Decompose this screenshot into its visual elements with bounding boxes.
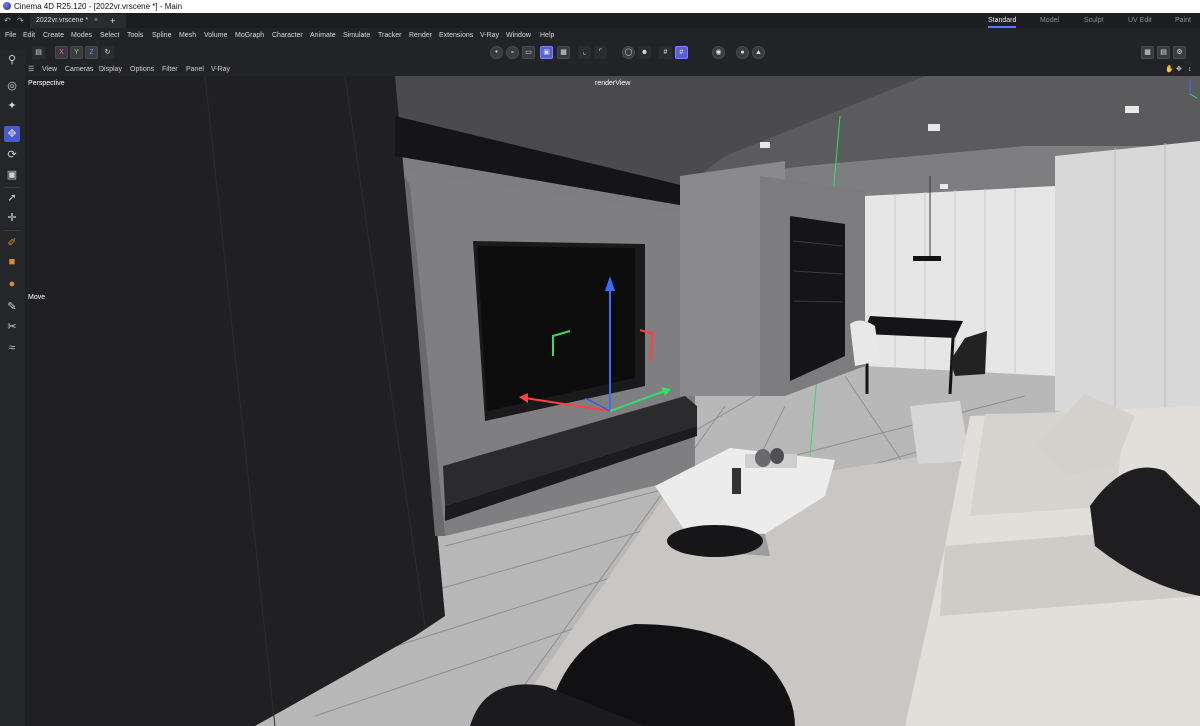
- render-view-icon[interactable]: ●: [736, 46, 749, 59]
- axis-tool-icon[interactable]: ✛: [4, 210, 20, 226]
- axis-mode-icon[interactable]: ⌞: [578, 46, 591, 59]
- workplane-icon[interactable]: ◉: [712, 46, 725, 59]
- layout-tab-standard[interactable]: Standard: [988, 14, 1017, 28]
- viewport-pan-icon[interactable]: ✋: [1165, 65, 1174, 74]
- viewport-menu-v-ray[interactable]: V-Ray: [211, 65, 230, 74]
- layout-tab-model[interactable]: Model: [1040, 14, 1059, 27]
- transfer-tool-icon[interactable]: ➚: [4, 190, 20, 206]
- viewport-solo-icon[interactable]: ☻: [638, 46, 651, 59]
- model-mode-icon[interactable]: ▣: [540, 46, 553, 59]
- redo-icon[interactable]: ↷: [17, 14, 24, 27]
- document-tab-row: ↶ ↷ 2022vr.vrscene * × + Standard Model …: [0, 13, 1200, 28]
- viewport-menu-panel[interactable]: Panel: [186, 65, 204, 74]
- snap-settings-icon[interactable]: #: [675, 46, 688, 59]
- menu-tracker[interactable]: Tracker: [378, 31, 401, 40]
- menu-character[interactable]: Character: [272, 31, 303, 40]
- spline-tool-icon[interactable]: ●: [4, 276, 20, 292]
- menu-extensions[interactable]: Extensions: [439, 31, 473, 40]
- viewport-move-icon[interactable]: ✥: [1176, 65, 1182, 74]
- menu-tools[interactable]: Tools: [127, 31, 143, 40]
- rotate-icon[interactable]: ⟳: [4, 147, 20, 163]
- move-icon[interactable]: ✥: [4, 126, 20, 142]
- knife-tool-icon[interactable]: ✂: [4, 319, 20, 335]
- menu-animate[interactable]: Animate: [310, 31, 336, 40]
- menu-render[interactable]: Render: [409, 31, 432, 40]
- menu-create[interactable]: Create: [43, 31, 64, 40]
- window-title: Cinema 4D R25.120 - [2022vr.vrscene *] -…: [14, 2, 183, 11]
- save-render-icon[interactable]: ▤: [1157, 46, 1170, 59]
- viewport-menu-display[interactable]: Display: [99, 65, 122, 74]
- viewport-zoom-icon[interactable]: ↕: [1188, 65, 1192, 74]
- polygons-mode-icon[interactable]: ▭: [522, 46, 535, 59]
- viewport-hamburger-icon[interactable]: ☰: [28, 65, 34, 74]
- spline-paint-icon[interactable]: ■: [4, 254, 20, 270]
- render-picture-viewer-icon[interactable]: ▲: [752, 46, 765, 59]
- menu-simulate[interactable]: Simulate: [343, 31, 370, 40]
- move-tool-hint: Move: [28, 294, 46, 301]
- menu-file[interactable]: File: [5, 31, 16, 40]
- viewport-projection-label: Perspective: [28, 80, 65, 87]
- lock-y-axis-button[interactable]: Y: [70, 46, 83, 59]
- edit-render-settings-icon[interactable]: ⚙: [1173, 46, 1186, 59]
- viewport-menu-options[interactable]: Options: [130, 65, 154, 74]
- viewport-camera-label: renderView: [595, 80, 631, 87]
- render-settings-icon[interactable]: ▦: [1141, 46, 1154, 59]
- menu-spline[interactable]: Spline: [152, 31, 171, 40]
- menu-mesh[interactable]: Mesh: [179, 31, 196, 40]
- document-tab-label: 2022vr.vrscene *: [36, 17, 89, 24]
- viewport-menu-filter[interactable]: Filter: [162, 65, 178, 74]
- points-mode-icon[interactable]: •: [490, 46, 503, 59]
- grid-snap-icon[interactable]: #: [659, 46, 672, 59]
- brush-tool-icon[interactable]: ✎: [4, 299, 20, 315]
- left-tool-palette: ⚲ ◎ ✦ ✥ ⟳ ▣ ➚ ✛ ✐ ■ ● ✎ ✂ ≈: [0, 50, 25, 726]
- main-toolbar: ▤ X Y Z ↻ • ∘ ▭ ▣ ▦ ⌞ ⌜ ◯ ☻ # # ◉ ● ▲ ▦ …: [0, 43, 1200, 63]
- viewport-menu-bar: ☰ View Cameras Display Options Filter Pa…: [25, 63, 1200, 76]
- texture-mode-icon[interactable]: ▦: [557, 46, 570, 59]
- scale-icon[interactable]: ▣: [4, 167, 20, 183]
- menu-select[interactable]: Select: [100, 31, 119, 40]
- menu-window[interactable]: Window: [506, 31, 531, 40]
- edges-mode-icon[interactable]: ∘: [506, 46, 519, 59]
- close-tab-icon[interactable]: ×: [94, 14, 98, 28]
- menu-edit[interactable]: Edit: [23, 31, 35, 40]
- main-menu-bar: File Edit Create Modes Select Tools Spli…: [0, 28, 1200, 43]
- lock-x-axis-button[interactable]: X: [55, 46, 68, 59]
- selection-tool-icon[interactable]: ✦: [4, 98, 20, 114]
- coordinate-system-icon[interactable]: ▤: [32, 46, 45, 59]
- search-icon[interactable]: ⚲: [4, 52, 20, 68]
- viewport-menu-view[interactable]: View: [42, 65, 57, 74]
- lock-z-axis-button[interactable]: Z: [85, 46, 98, 59]
- viewport-menu-cameras[interactable]: Cameras: [65, 65, 93, 74]
- menu-help[interactable]: Help: [540, 31, 554, 40]
- menu-modes[interactable]: Modes: [71, 31, 92, 40]
- new-tab-icon[interactable]: +: [110, 14, 115, 28]
- document-tab[interactable]: 2022vr.vrscene * × +: [30, 14, 126, 28]
- title-bar: Cinema 4D R25.120 - [2022vr.vrscene *] -…: [0, 0, 1200, 13]
- 3d-viewport[interactable]: Perspective renderView Move: [25, 76, 1200, 726]
- solo-mode-icon[interactable]: ◯: [622, 46, 635, 59]
- undo-icon[interactable]: ↶: [4, 14, 11, 27]
- scene-render: [25, 76, 1200, 726]
- sketch-tool-icon[interactable]: ≈: [4, 340, 20, 356]
- menu-volume[interactable]: Volume: [204, 31, 227, 40]
- layout-tab-uv-edit[interactable]: UV Edit: [1128, 14, 1152, 27]
- world-coordinates-icon[interactable]: ↻: [101, 46, 114, 59]
- layout-tab-paint[interactable]: Paint: [1175, 14, 1191, 27]
- menu-mograph[interactable]: MoGraph: [235, 31, 264, 40]
- menu-v-ray[interactable]: V-Ray: [480, 31, 499, 40]
- layout-tab-sculpt[interactable]: Sculpt: [1084, 14, 1103, 27]
- spline-pen-icon[interactable]: ✐: [4, 235, 20, 251]
- snap-toggle-icon[interactable]: ⌜: [594, 46, 607, 59]
- live-selection-icon[interactable]: ◎: [4, 78, 20, 94]
- cinema4d-logo-icon: [3, 2, 11, 10]
